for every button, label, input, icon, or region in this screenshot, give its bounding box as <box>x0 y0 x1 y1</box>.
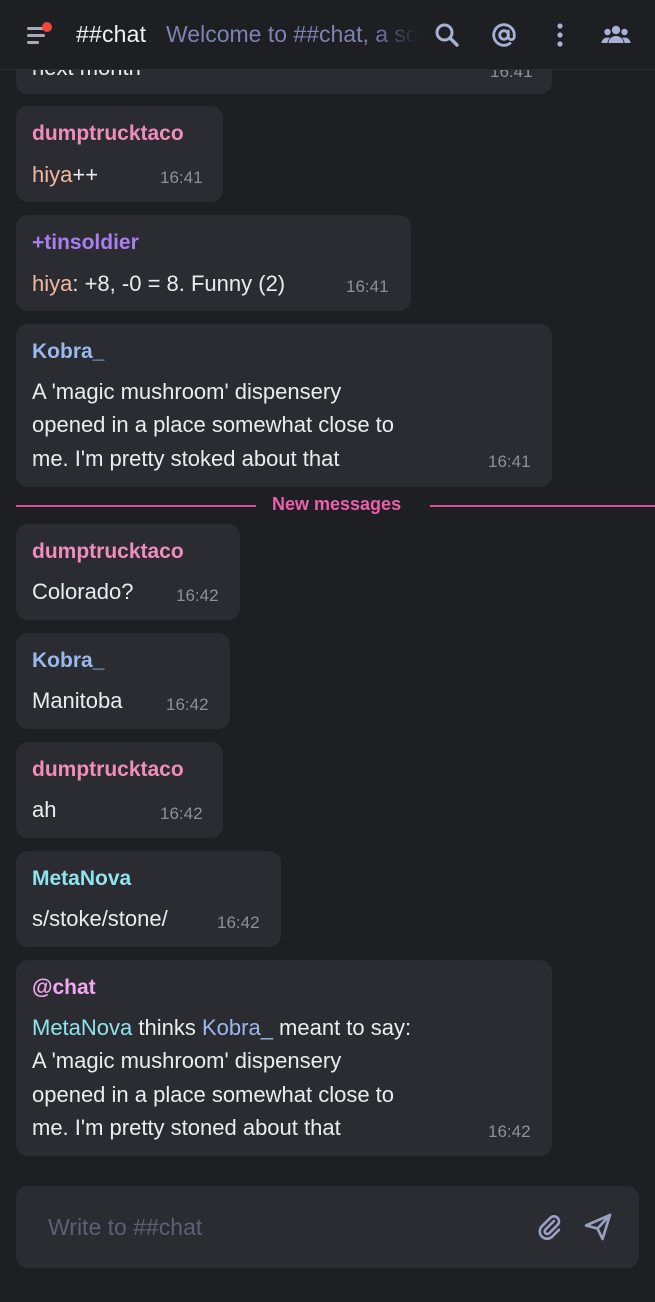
message-input[interactable] <box>48 1210 508 1244</box>
mention-icon[interactable] <box>489 20 519 50</box>
message-composer <box>16 1186 639 1268</box>
members-icon[interactable] <box>601 20 631 50</box>
message-text: A 'magic mushroom' dispensery <box>32 1048 342 1073</box>
highlight-word: hiya <box>32 162 73 187</box>
search-icon[interactable] <box>432 20 462 50</box>
message-list[interactable]: next month 16:41 dumptrucktaco hiya++ 16… <box>0 0 655 1170</box>
channel-name[interactable]: ##chat <box>76 21 146 48</box>
message-time: 16:41 <box>488 452 531 471</box>
message-nick[interactable]: dumptrucktaco <box>32 758 184 782</box>
message-nick[interactable]: @chat <box>32 976 96 1000</box>
divider-line-right <box>430 505 655 507</box>
message-text: Manitoba <box>32 688 123 713</box>
message-bubble: dumptrucktaco ah 16:42 <box>16 742 223 838</box>
message-time: 16:42 <box>488 1122 531 1141</box>
message-text: hiya++ <box>32 158 98 192</box>
message-text: me. I'm pretty stoned about that <box>32 1115 341 1140</box>
message-time: 16:42 <box>166 695 209 714</box>
message-time: 16:42 <box>160 804 203 823</box>
attach-icon[interactable] <box>534 1212 564 1242</box>
channel-header: ##chat Welcome to ##chat, a social chann… <box>0 0 655 70</box>
nick-mention[interactable]: Kobra_ <box>202 1015 273 1040</box>
message-text-part: : +8, -0 = 8. Funny (2) <box>72 271 286 296</box>
message-nick[interactable]: MetaNova <box>32 867 131 891</box>
highlight-word: hiya <box>32 271 73 296</box>
message-bubble: MetaNova s/stoke/stone/ 16:42 <box>16 851 281 947</box>
message-bubble: dumptrucktaco hiya++ 16:41 <box>16 106 223 202</box>
message-text: MetaNova thinks Kobra_ meant to say: <box>32 1011 411 1045</box>
message-time: 16:42 <box>176 586 219 605</box>
message-text: s/stoke/stone/ <box>32 906 168 931</box>
menu-button[interactable] <box>24 22 52 48</box>
message-text-part: thinks <box>132 1015 202 1040</box>
more-icon[interactable] <box>545 20 575 50</box>
message-bubble: Kobra_ A 'magic mushroom' dispensery ope… <box>16 324 552 487</box>
channel-topic[interactable]: Welcome to ##chat, a social channel <box>166 21 418 48</box>
message-nick[interactable]: Kobra_ <box>32 340 104 364</box>
message-text-part: ++ <box>72 162 99 187</box>
message-bubble: Kobra_ Manitoba 16:42 <box>16 633 230 729</box>
divider-line-left <box>16 505 256 507</box>
nick-mention[interactable]: MetaNova <box>32 1015 132 1040</box>
new-messages-label: New messages <box>272 494 402 514</box>
send-icon[interactable] <box>583 1212 613 1242</box>
message-text: me. I'm pretty stoked about that <box>32 446 340 471</box>
message-nick[interactable]: dumptrucktaco <box>32 540 184 564</box>
message-bubble: @chat MetaNova thinks Kobra_ meant to sa… <box>16 960 552 1156</box>
message-text: opened in a place somewhat close to <box>32 1082 395 1107</box>
message-time: 16:41 <box>346 277 389 296</box>
message-time: 16:41 <box>160 168 203 187</box>
message-text: ah <box>32 797 57 822</box>
message-nick[interactable]: dumptrucktaco <box>32 122 184 146</box>
message-bubble: dumptrucktaco Colorado? 16:42 <box>16 524 240 620</box>
message-bubble: +tinsoldier hiya: +8, -0 = 8. Funny (2) … <box>16 215 411 311</box>
message-nick[interactable]: +tinsoldier <box>32 231 139 255</box>
message-text: A 'magic mushroom' dispensery <box>32 379 342 404</box>
message-nick[interactable]: Kobra_ <box>32 649 104 673</box>
unread-indicator <box>42 22 52 32</box>
message-text-part: meant to say: <box>272 1015 412 1040</box>
message-text: hiya: +8, -0 = 8. Funny (2) <box>32 267 285 301</box>
message-time: 16:42 <box>217 913 260 932</box>
message-text: opened in a place somewhat close to <box>32 412 395 437</box>
message-text: Colorado? <box>32 579 134 604</box>
